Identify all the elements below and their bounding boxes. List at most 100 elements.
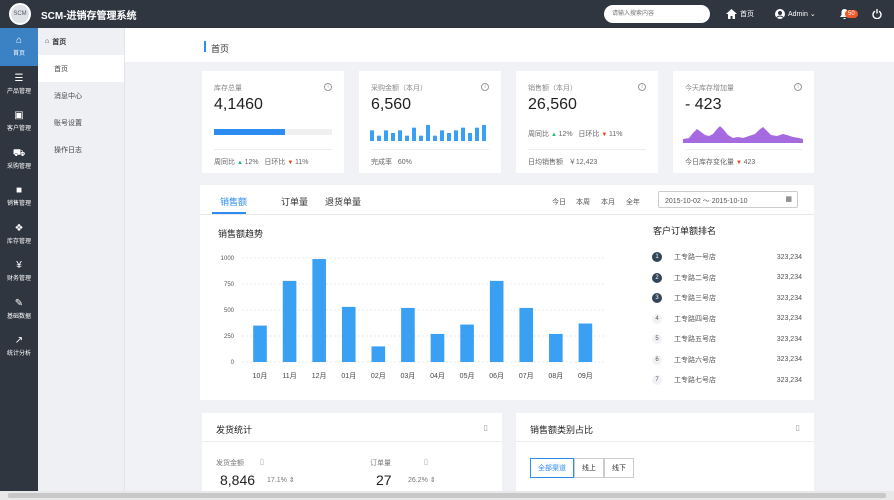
info-icon[interactable]: i <box>481 83 489 91</box>
divider <box>371 149 489 150</box>
user-menu[interactable]: Admin ⌄ <box>775 0 816 28</box>
ranking-row: 6 工专路六号店 323,234 <box>652 353 802 367</box>
bar[interactable] <box>401 307 415 362</box>
mini-bar <box>482 125 486 141</box>
mini-bar-chart <box>370 125 486 141</box>
chart-title: 销售额趋势 <box>218 229 264 239</box>
list-icon: ☰ <box>14 72 24 84</box>
kpi-progress-track <box>214 129 332 135</box>
dod-value: 11% <box>608 131 623 138</box>
bar[interactable] <box>460 324 474 362</box>
bar[interactable] <box>578 323 593 362</box>
bar[interactable] <box>312 259 326 362</box>
kpi-progress-fill <box>214 129 285 135</box>
store-name: 工专路七号店 <box>674 377 716 384</box>
divider <box>685 149 802 150</box>
tab-order-count[interactable]: 订单量 <box>281 195 308 208</box>
mini-bar <box>370 130 374 141</box>
bar[interactable] <box>549 333 563 362</box>
bar[interactable] <box>282 280 297 362</box>
info-icon[interactable]: i <box>638 83 646 91</box>
info-icon[interactable]: i <box>794 83 802 91</box>
orders-percent: 26.2% ⇕ <box>408 477 436 484</box>
more-icon[interactable]: ▯ <box>796 423 800 432</box>
y-tick-label: 500 <box>224 308 235 314</box>
sidebar-item-products[interactable]: ☰ 产品管理 <box>0 66 38 104</box>
bar[interactable] <box>341 306 356 362</box>
x-tick-label: 06月 <box>489 372 504 380</box>
tab-return-count[interactable]: 退货单量 <box>325 195 361 208</box>
range-week[interactable]: 本周 <box>576 197 590 207</box>
horizontal-scrollbar[interactable] <box>0 491 894 500</box>
kpi-footer: 完成率 60% <box>371 157 412 167</box>
delivery-title: 发货统计 <box>216 425 253 435</box>
home-link[interactable]: 首页 <box>726 0 754 28</box>
bar[interactable] <box>489 280 504 362</box>
channel-online-button[interactable]: 线上 <box>574 458 604 478</box>
divider <box>516 441 814 442</box>
x-tick-label: 08月 <box>548 372 563 380</box>
tab-sales-amount[interactable]: 销售额 <box>220 195 247 208</box>
sidebar-item-home[interactable]: ⌂ 首页 <box>0 28 38 66</box>
more-icon[interactable]: ▯ <box>484 423 488 432</box>
bar[interactable] <box>371 346 386 362</box>
submenu-item-messages[interactable]: 消息中心 <box>38 82 124 109</box>
info-icon[interactable]: ▯ <box>260 458 264 466</box>
mini-bar <box>426 125 430 141</box>
mini-bar <box>440 130 444 141</box>
boxes-icon: ❖ <box>14 222 24 234</box>
ranking-row: 5 工专路五号店 323,234 <box>652 332 802 346</box>
range-today[interactable]: 今日 <box>552 197 566 207</box>
y-tick-label: 250 <box>224 334 235 340</box>
submenu-title: 首页 <box>52 38 67 46</box>
dod-label: 日环比 <box>578 131 600 138</box>
date-range-value: 2015-10-02 ～ 2015-10-10 <box>665 198 748 205</box>
top-bar: SCM SCM-进销存管理系统 <box>0 0 894 28</box>
sidebar-item-purchase[interactable]: ⛟ 采购管理 <box>0 141 38 179</box>
bar[interactable] <box>519 307 534 362</box>
chevron-down-icon: ⌄ <box>809 11 816 18</box>
divider <box>214 149 332 150</box>
submenu-item-logs[interactable]: 操作日志 <box>38 136 124 163</box>
submenu: ⌂ 首页 首页 消息中心 账号设置 操作日志 <box>38 28 125 500</box>
sidebar-item-stats[interactable]: ↗ 统计分析 <box>0 328 38 366</box>
sales-bar-chart: 0 250 500 750 1000 10月 11月 12月 01月 02月 03月 04月 05月 06… <box>221 256 605 380</box>
info-icon[interactable]: i <box>324 83 332 91</box>
kpi-value: 4,1460 <box>214 96 263 113</box>
up-arrow-icon: ▲ <box>236 160 245 166</box>
category-title: 销售额类别占比 <box>530 425 594 435</box>
store-name: 工专路二号店 <box>674 274 716 282</box>
sidebar-item-sales[interactable]: ■ 销售管理 <box>0 178 38 216</box>
edit-icon: ✎ <box>14 297 24 309</box>
x-tick-label: 05月 <box>460 372 475 380</box>
sidebar-item-customers[interactable]: ▣ 客户管理 <box>0 103 38 141</box>
kpi-footer: 日均销售额 ￥12,423 <box>528 157 597 167</box>
sidebar-item-label: 库存管理 <box>6 238 31 245</box>
category-card: 销售额类别占比 ▯ 全部渠道 线上 线下 <box>516 413 814 500</box>
search-input[interactable] <box>604 5 710 23</box>
bar[interactable] <box>253 325 267 362</box>
channel-all-button[interactable]: 全部渠道 <box>530 458 574 478</box>
sales-panel: 销售额趋势 0 250 500 750 1000 10月 11月 12月 01月 02月 03月 04… <box>200 215 814 400</box>
sidebar-item-basedata[interactable]: ✎ 基础数据 <box>0 291 38 329</box>
store-name: 工专路三号店 <box>674 295 716 302</box>
info-icon[interactable]: ▯ <box>424 458 428 466</box>
page-header: 首页 <box>125 28 894 62</box>
rank-number: 5 <box>652 334 662 344</box>
store-name: 工专路一号店 <box>674 254 716 261</box>
home-icon <box>726 9 737 19</box>
logout-button[interactable] <box>872 0 885 28</box>
store-value: 323,234 <box>776 356 802 363</box>
scrollbar-thumb[interactable] <box>8 493 886 498</box>
sidebar-item-inventory[interactable]: ❖ 库存管理 <box>0 216 38 254</box>
date-range-picker[interactable]: 2015-10-02 ～ 2015-10-10 ▦ <box>658 191 798 208</box>
submenu-item-account[interactable]: 账号设置 <box>38 109 124 136</box>
range-year[interactable]: 全年 <box>626 197 640 207</box>
kpi-footer: 今日库存变化量 ▼ 423 <box>685 157 755 167</box>
sidebar-item-label: 统计分析 <box>6 351 31 358</box>
range-month[interactable]: 本月 <box>601 197 615 207</box>
sidebar-item-finance[interactable]: ¥ 财务管理 <box>0 253 38 291</box>
submenu-item-home[interactable]: 首页 <box>38 55 124 82</box>
channel-offline-button[interactable]: 线下 <box>604 458 634 478</box>
bar[interactable] <box>430 333 445 362</box>
